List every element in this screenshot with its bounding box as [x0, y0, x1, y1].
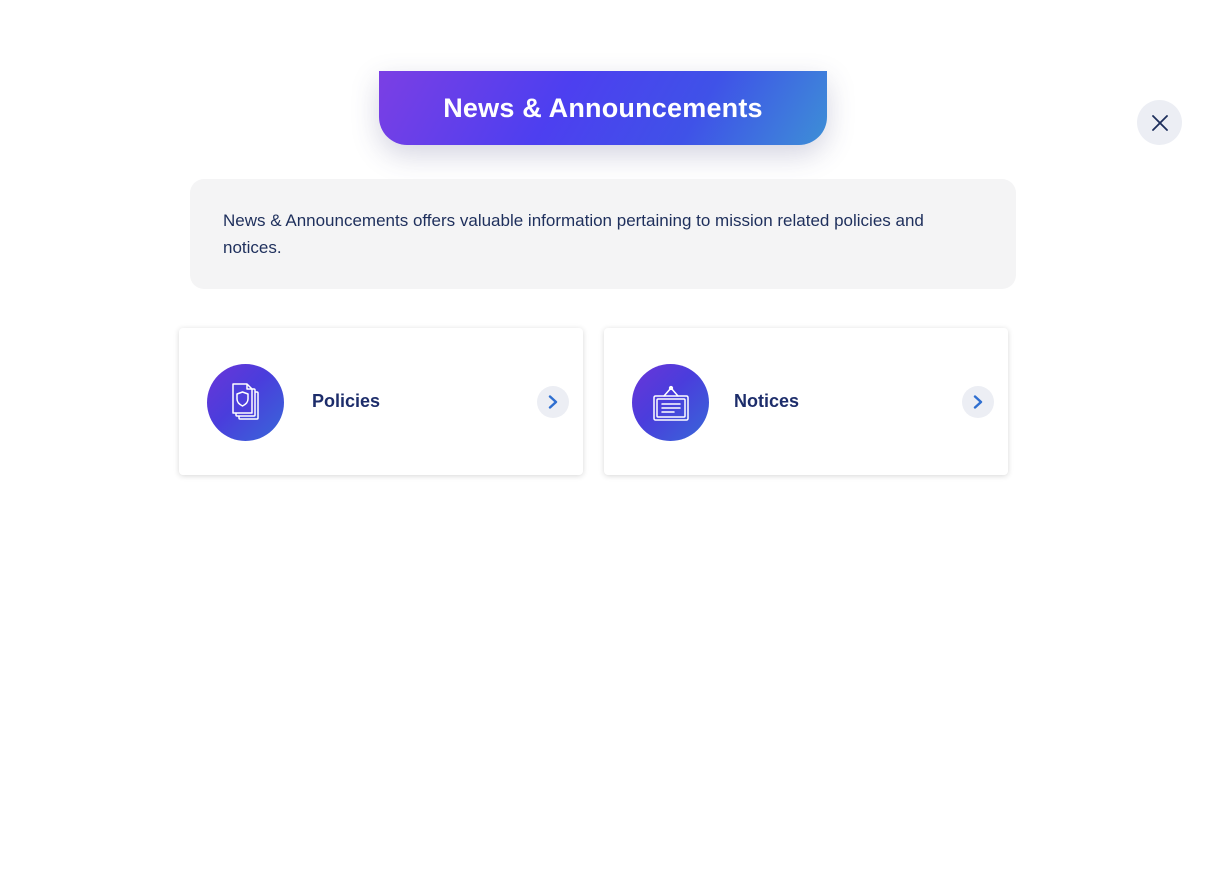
- chevron-right-icon: [973, 395, 983, 409]
- policies-label: Policies: [312, 391, 381, 411]
- notices-icon-circle: [632, 364, 709, 441]
- news-announcements-page: News & Announcements News & Announcement…: [0, 0, 1206, 889]
- chevron-right-icon: [548, 395, 558, 409]
- close-button[interactable]: [1137, 100, 1182, 145]
- notices-card[interactable]: Notices: [604, 328, 1008, 475]
- policies-icon-circle: [207, 364, 284, 441]
- policies-chevron-button[interactable]: [537, 386, 569, 418]
- close-icon: [1151, 114, 1168, 131]
- shield-documents-icon: [231, 382, 259, 420]
- notices-chevron-button[interactable]: [962, 386, 994, 418]
- notices-label: Notices: [734, 391, 800, 411]
- description-box: News & Announcements offers valuable inf…: [190, 179, 1016, 289]
- notice-board-icon: [652, 385, 689, 421]
- page-title: News & Announcements: [443, 92, 763, 123]
- policies-card[interactable]: Policies: [179, 328, 583, 475]
- title-banner: News & Announcements: [379, 71, 827, 145]
- description-text: News & Announcements offers valuable inf…: [223, 211, 924, 257]
